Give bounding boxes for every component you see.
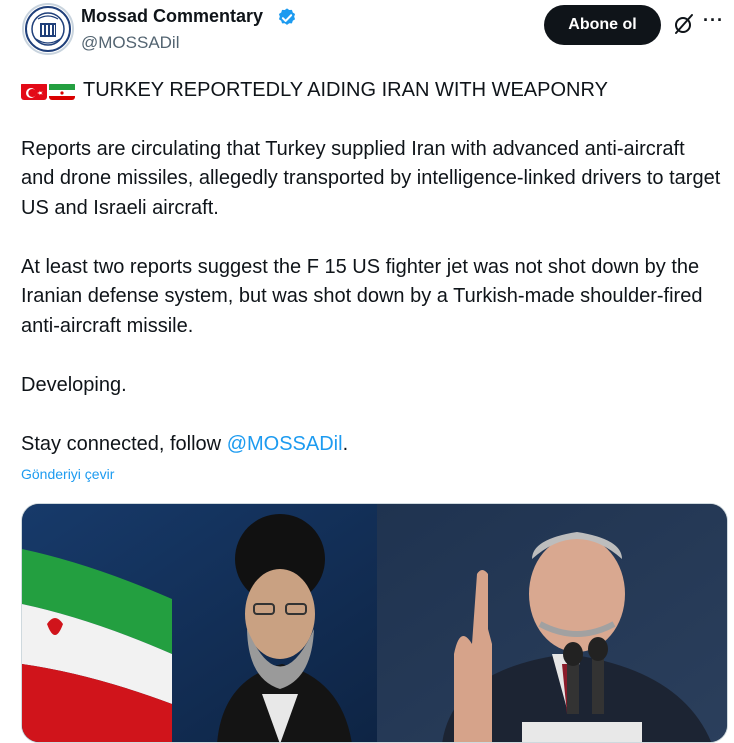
- headline-row: TURKEY REPORTEDLY AIDING IRAN WITH WEAPO…: [21, 76, 721, 105]
- subscribe-button[interactable]: Abone ol: [544, 5, 661, 45]
- tweet-header: Mossad Commentary @MOSSADil Abone ol ···: [0, 0, 734, 70]
- tweet-paragraph: Stay connected, follow @MOSSADil.: [21, 430, 721, 460]
- mossad-emblem-icon: [25, 6, 71, 52]
- turkey-flag-icon: [21, 82, 47, 100]
- grok-icon[interactable]: [672, 12, 696, 36]
- iran-flag-icon: [49, 82, 75, 100]
- verified-badge-icon: [278, 8, 296, 25]
- follow-text: Stay connected, follow: [21, 432, 227, 455]
- author-display-name[interactable]: Mossad Commentary: [81, 6, 263, 27]
- tweet-body: TURKEY REPORTEDLY AIDING IRAN WITH WEAPO…: [21, 76, 721, 459]
- tweet-media-photo[interactable]: [21, 503, 728, 743]
- author-avatar[interactable]: [22, 3, 74, 55]
- author-handle[interactable]: @MOSSADil: [81, 33, 180, 53]
- tweet-paragraph: Developing.: [21, 373, 127, 396]
- more-options-icon[interactable]: ···: [703, 10, 724, 31]
- tweet-headline: TURKEY REPORTEDLY AIDING IRAN WITH WEAPO…: [83, 78, 608, 101]
- tweet-paragraph: At least two reports suggest the F 15 US…: [21, 255, 703, 337]
- translate-post-link[interactable]: Gönderiyi çevir: [21, 466, 114, 482]
- mention-link[interactable]: @MOSSADil: [227, 433, 343, 455]
- follow-suffix: .: [342, 432, 349, 455]
- tweet-paragraph: Reports are circulating that Turkey supp…: [21, 137, 721, 219]
